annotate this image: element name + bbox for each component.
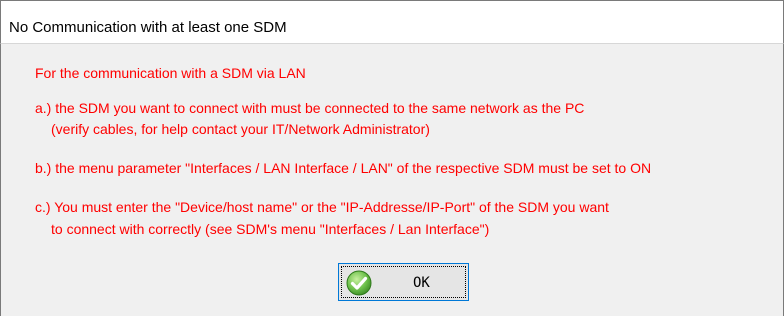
message-item-b: b.) the menu parameter "Interfaces / LAN…	[35, 160, 652, 176]
ok-button[interactable]: OK	[338, 263, 469, 301]
error-dialog: No Communication with at least one SDM F…	[0, 0, 784, 316]
ok-label: OK	[413, 275, 430, 291]
dialog-title: No Communication with at least one SDM	[9, 19, 287, 36]
message-item-c-line2: to connect with correctly (see SDM's men…	[51, 221, 490, 237]
checkmark-icon	[346, 270, 372, 296]
message-item-a-line2: (verify cables, for help contact your IT…	[51, 121, 430, 137]
message-intro: For the communication with a SDM via LAN	[35, 65, 306, 81]
message-item-c-line1: c.) You must enter the "Device/host name…	[35, 199, 609, 215]
title-bar: No Communication with at least one SDM	[0, 0, 784, 44]
message-item-a-line1: a.) the SDM you want to connect with mus…	[35, 100, 585, 116]
